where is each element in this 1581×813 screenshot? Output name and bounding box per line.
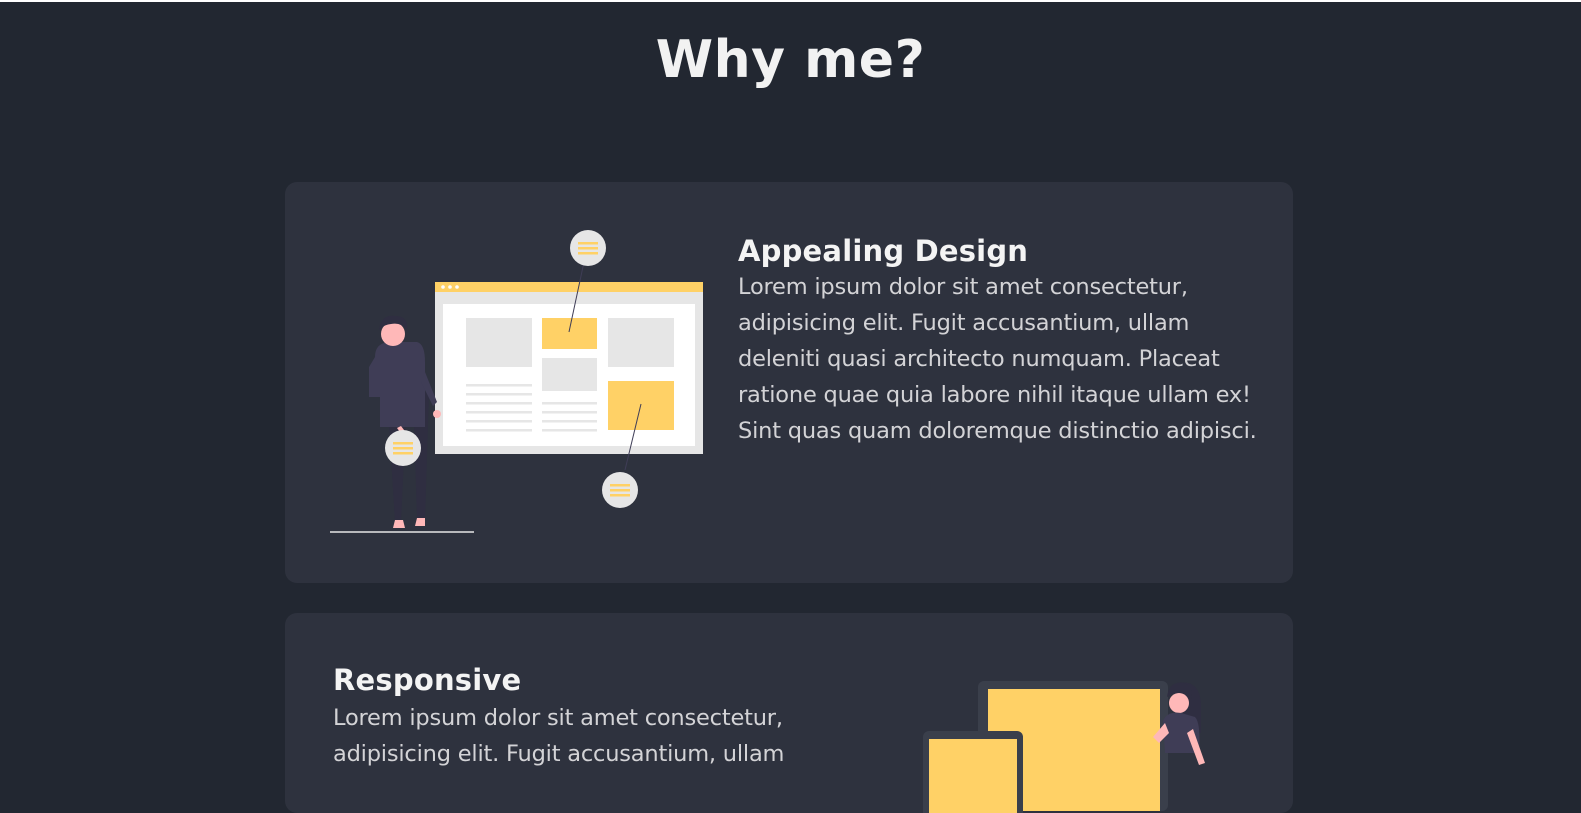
feature-card-responsive: Responsive Lorem ipsum dolor sit amet co… xyxy=(285,613,1293,813)
feature-title: Responsive xyxy=(333,663,522,697)
design-illustration xyxy=(330,230,703,533)
responsive-illustration xyxy=(923,681,1205,813)
page-title: Why me? xyxy=(655,30,926,90)
feature-description: Lorem ipsum dolor sit amet consectetur, … xyxy=(738,274,1257,444)
feature-title: Appealing Design xyxy=(738,234,1029,268)
top-border xyxy=(0,0,1581,2)
feature-card-appealing-design: Appealing Design Lorem ipsum dolor sit a… xyxy=(285,182,1293,583)
feature-description: Lorem ipsum dolor sit amet consectetur, … xyxy=(333,705,785,767)
